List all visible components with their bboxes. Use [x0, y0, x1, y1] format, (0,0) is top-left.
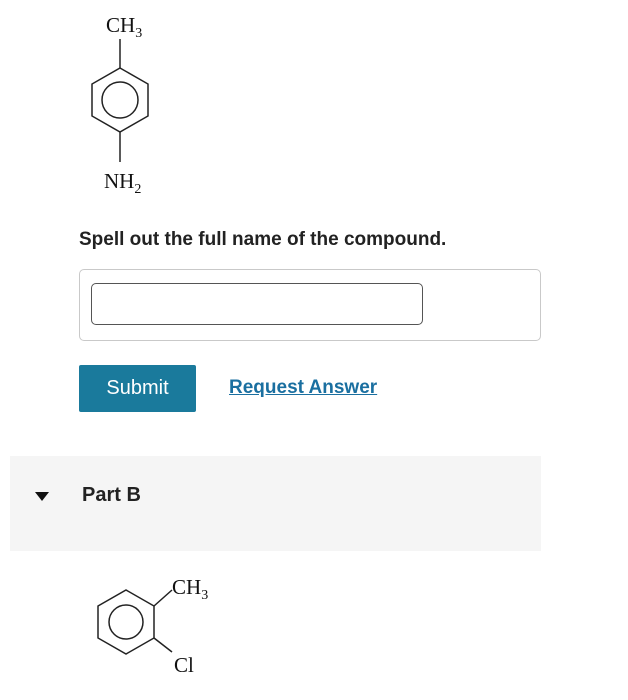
caret-down-icon — [35, 492, 49, 501]
methyl-label: CH3 — [106, 13, 142, 41]
chloro-label: Cl — [174, 653, 194, 677]
benzene-ring — [91, 67, 149, 133]
benzene-ring-b — [97, 589, 155, 655]
aromatic-circle — [101, 81, 139, 119]
aromatic-circle-b — [108, 604, 144, 640]
methyl-label-b: CH3 — [172, 575, 208, 603]
request-answer-link[interactable]: Request Answer — [229, 377, 377, 399]
answer-input[interactable] — [91, 283, 423, 325]
answer-container — [79, 269, 541, 341]
part-b-molecule: CH3 Cl — [97, 575, 208, 677]
chloro-bond — [153, 637, 173, 653]
methyl-bond-b — [153, 589, 173, 607]
question-prompt: Spell out the full name of the compound. — [79, 229, 447, 250]
part-b-title: Part B — [82, 484, 141, 506]
part-a-molecule: CH3 NH2 — [91, 13, 149, 197]
amine-label: NH2 — [104, 169, 141, 197]
part-b-header[interactable]: Part B — [10, 456, 541, 551]
submit-button[interactable]: Submit — [79, 365, 196, 412]
